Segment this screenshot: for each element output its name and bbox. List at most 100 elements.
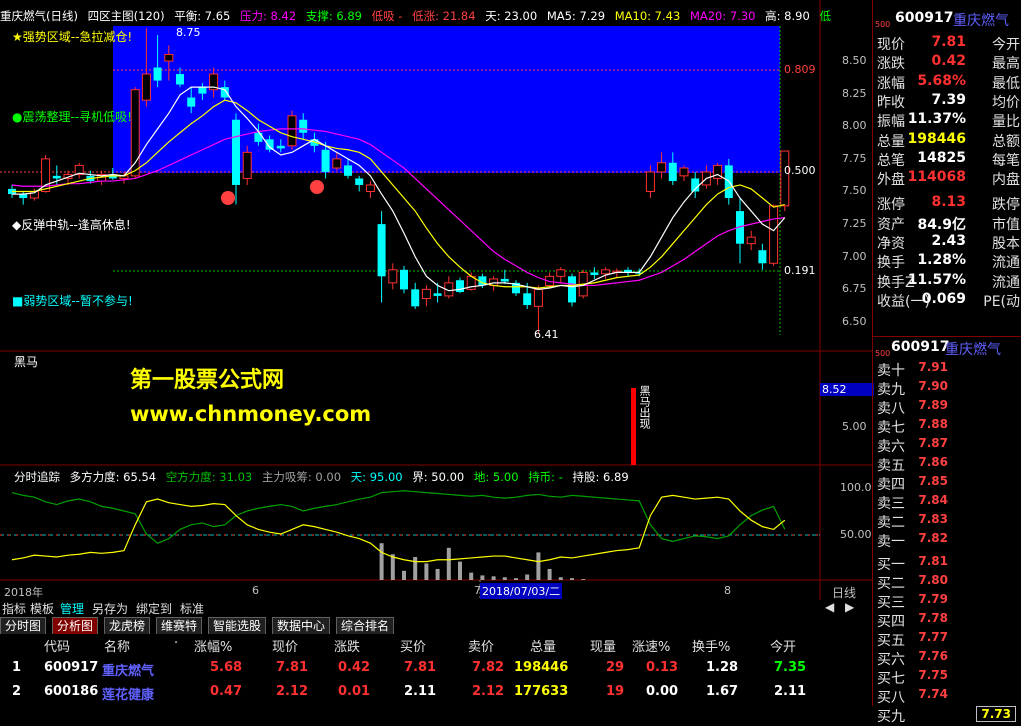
table-cell-ask[interactable]: 7.82: [472, 660, 504, 675]
candle-body: [276, 145, 285, 149]
col-name[interactable]: 名称: [104, 636, 130, 655]
col-turn[interactable]: 换手%: [692, 636, 730, 655]
tab-timeshare[interactable]: 分时图: [0, 617, 47, 634]
table-cell-open[interactable]: 2.11: [774, 684, 806, 699]
quote-row: 涨幅 5.68% 最低: [875, 73, 1020, 92]
sell-row[interactable]: 卖二 7.83: [875, 512, 1020, 531]
toolbar-standard[interactable]: 标准: [180, 600, 204, 617]
buy-row[interactable]: 买五 7.77: [875, 630, 1020, 649]
tab-weisaite[interactable]: 维赛特: [156, 617, 203, 634]
toolbar-indicator[interactable]: 指标: [2, 600, 26, 617]
main-chart[interactable]: [0, 0, 872, 632]
table-cell-chg[interactable]: 0.01: [338, 684, 370, 699]
orderbook-name: 重庆燃气: [945, 342, 1001, 358]
sell-row[interactable]: 卖一 7.82: [875, 531, 1020, 550]
toolbar-manage[interactable]: 管理: [60, 600, 84, 617]
table-cell-code[interactable]: 600186: [44, 684, 98, 699]
table-cell-price[interactable]: 2.12: [276, 684, 308, 699]
osc-title: 分时追踪: [14, 470, 60, 484]
toolbar-saveas[interactable]: 另存为: [92, 600, 128, 617]
candle-body: [153, 67, 162, 81]
toolbar-template[interactable]: 模板: [30, 600, 54, 617]
buy-row[interactable]: 买八 7.74: [875, 687, 1020, 706]
table-cell-price[interactable]: 7.81: [276, 660, 308, 675]
zoom-in-icon[interactable]: ▶: [845, 600, 854, 614]
col-chg[interactable]: 涨跌: [334, 636, 360, 655]
sell-row[interactable]: 卖七 7.88: [875, 417, 1020, 436]
period-button[interactable]: 日线: [832, 584, 856, 601]
sell-row[interactable]: 卖六 7.87: [875, 436, 1020, 455]
col-chg-pct[interactable]: 涨幅%: [194, 636, 232, 655]
table-cell-open[interactable]: 7.35: [774, 660, 806, 675]
col-open[interactable]: 今开: [770, 636, 796, 655]
buy-row[interactable]: 买三 7.79: [875, 592, 1020, 611]
sell-row[interactable]: 卖八 7.89: [875, 398, 1020, 417]
order-price: 7.91: [918, 360, 948, 374]
table-cell-vol[interactable]: 198446: [514, 660, 568, 675]
sell-row[interactable]: 卖九 7.90: [875, 379, 1020, 398]
table-cell-name[interactable]: 重庆燃气: [102, 660, 154, 679]
table-cell-code[interactable]: 600917: [44, 660, 98, 675]
table-cell-ask[interactable]: 2.12: [472, 684, 504, 699]
table-cell-bid[interactable]: 7.81: [404, 660, 436, 675]
toolbar-bind[interactable]: 绑定到: [136, 600, 172, 617]
buy-row[interactable]: 买四 7.78: [875, 611, 1020, 630]
watermark-url: www.chnmoney.com: [130, 402, 372, 426]
zone-rebound-label: ◆反弹中轨--逢高休息!: [12, 218, 131, 232]
quote-header[interactable]: 500 600917 重庆燃气: [873, 10, 1021, 30]
table-cell-turn[interactable]: 1.67: [706, 684, 738, 699]
sell-row[interactable]: 卖十 7.91: [875, 360, 1020, 379]
table-cell-idx[interactable]: 1: [12, 660, 21, 675]
table-cell-cur[interactable]: 19: [606, 684, 624, 699]
col-cur[interactable]: 现量: [590, 636, 616, 655]
quote-value: 1.28%: [917, 252, 966, 269]
table-cell-chg_pct[interactable]: 0.47: [210, 684, 242, 699]
table-cell-cur[interactable]: 29: [606, 660, 624, 675]
order-price: 7.83: [918, 512, 948, 526]
buy-row[interactable]: 买九 7.73: [875, 706, 1020, 725]
col-speed[interactable]: 涨速%: [632, 636, 670, 655]
buy-row[interactable]: 买二 7.80: [875, 573, 1020, 592]
table-cell-bid[interactable]: 2.11: [404, 684, 436, 699]
quote-label-right: 最高: [992, 56, 1020, 73]
candle-body: [769, 205, 779, 264]
table-cell-vol[interactable]: 177633: [514, 684, 568, 699]
indicator-name[interactable]: 四区主图(120): [88, 9, 165, 23]
table-cell-speed[interactable]: 0.00: [646, 684, 678, 699]
osc-bar: [525, 574, 530, 580]
col-ask[interactable]: 卖价: [468, 636, 494, 655]
tab-ranking[interactable]: 综合排名: [336, 617, 395, 634]
table-cell-chg_pct[interactable]: 5.68: [210, 660, 242, 675]
sell-row[interactable]: 卖五 7.86: [875, 455, 1020, 474]
buy-row[interactable]: 买六 7.76: [875, 649, 1020, 668]
quote-label-right: 总额: [992, 133, 1020, 150]
table-cell-speed[interactable]: 0.13: [646, 660, 678, 675]
order-label: 买九: [877, 709, 905, 725]
sell-row[interactable]: 卖四 7.85: [875, 474, 1020, 493]
date-8: 8: [724, 584, 731, 597]
tab-data-center[interactable]: 数据中心: [272, 617, 331, 634]
col-price[interactable]: 现价: [272, 636, 298, 655]
tab-analysis[interactable]: 分析图: [52, 617, 99, 634]
order-price: 7.77: [918, 630, 948, 644]
order-price: 7.84: [918, 493, 948, 507]
zoom-out-icon[interactable]: ◀: [825, 600, 834, 614]
table-cell-idx[interactable]: 2: [12, 684, 21, 699]
table-cell-turn[interactable]: 1.28: [706, 660, 738, 675]
table-cell-chg[interactable]: 0.42: [338, 660, 370, 675]
buy-row[interactable]: 买七 7.75: [875, 668, 1020, 687]
col-code[interactable]: 代码: [44, 636, 70, 655]
quote-value: 7.81: [931, 34, 966, 50]
col-vol[interactable]: 总量: [530, 636, 556, 655]
sell-row[interactable]: 卖三 7.84: [875, 493, 1020, 512]
table-cell-name[interactable]: 莲花健康: [102, 684, 154, 703]
buy-row[interactable]: 买一 7.81: [875, 554, 1020, 573]
osc-bar: [413, 557, 418, 580]
tab-longhubang[interactable]: 龙虎榜: [104, 617, 151, 634]
tab-smart-select[interactable]: 智能选股: [208, 617, 267, 634]
orderbook-header[interactable]: 500 600917 重庆燃气: [873, 336, 1021, 358]
dixi-value: 低吸 -: [371, 9, 403, 23]
chart-area[interactable]: 重庆燃气(日线) 四区主图(120) 平衡: 7.65 压力: 8.42 支撑:…: [0, 0, 874, 634]
heima-label: 黑马出现: [638, 385, 651, 429]
col-bid[interactable]: 买价: [400, 636, 426, 655]
